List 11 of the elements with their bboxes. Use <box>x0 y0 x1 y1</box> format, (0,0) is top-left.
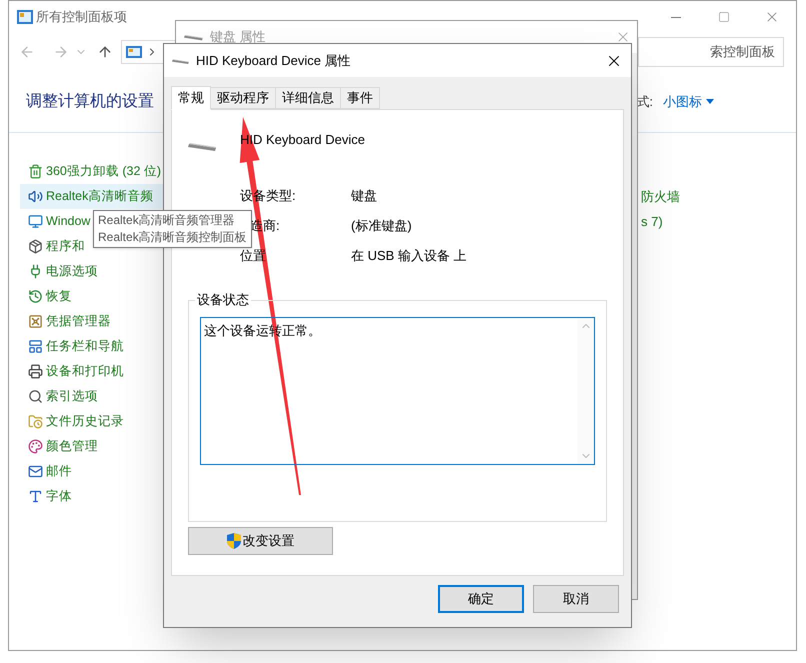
property-value: 在 USB 输入设备 上 <box>351 247 467 266</box>
tooltip-line: Realtek高清晰音频管理器 <box>98 212 236 229</box>
tooltip-line: Realtek高清晰音频控制面板 <box>98 229 247 246</box>
dialog-title: 键盘 属性 <box>210 28 266 46</box>
device-name: HID Keyboard Device <box>240 131 365 149</box>
property-value: 键盘 <box>351 187 377 206</box>
property-value: (标准键盘) <box>351 217 412 236</box>
group-label: 设备状态 <box>195 292 251 308</box>
dialog-title: HID Keyboard Device 属性 <box>196 52 351 70</box>
page-heading: 调整计算机的设置 <box>26 92 154 112</box>
window-title: 所有控制面板项 <box>36 8 127 26</box>
